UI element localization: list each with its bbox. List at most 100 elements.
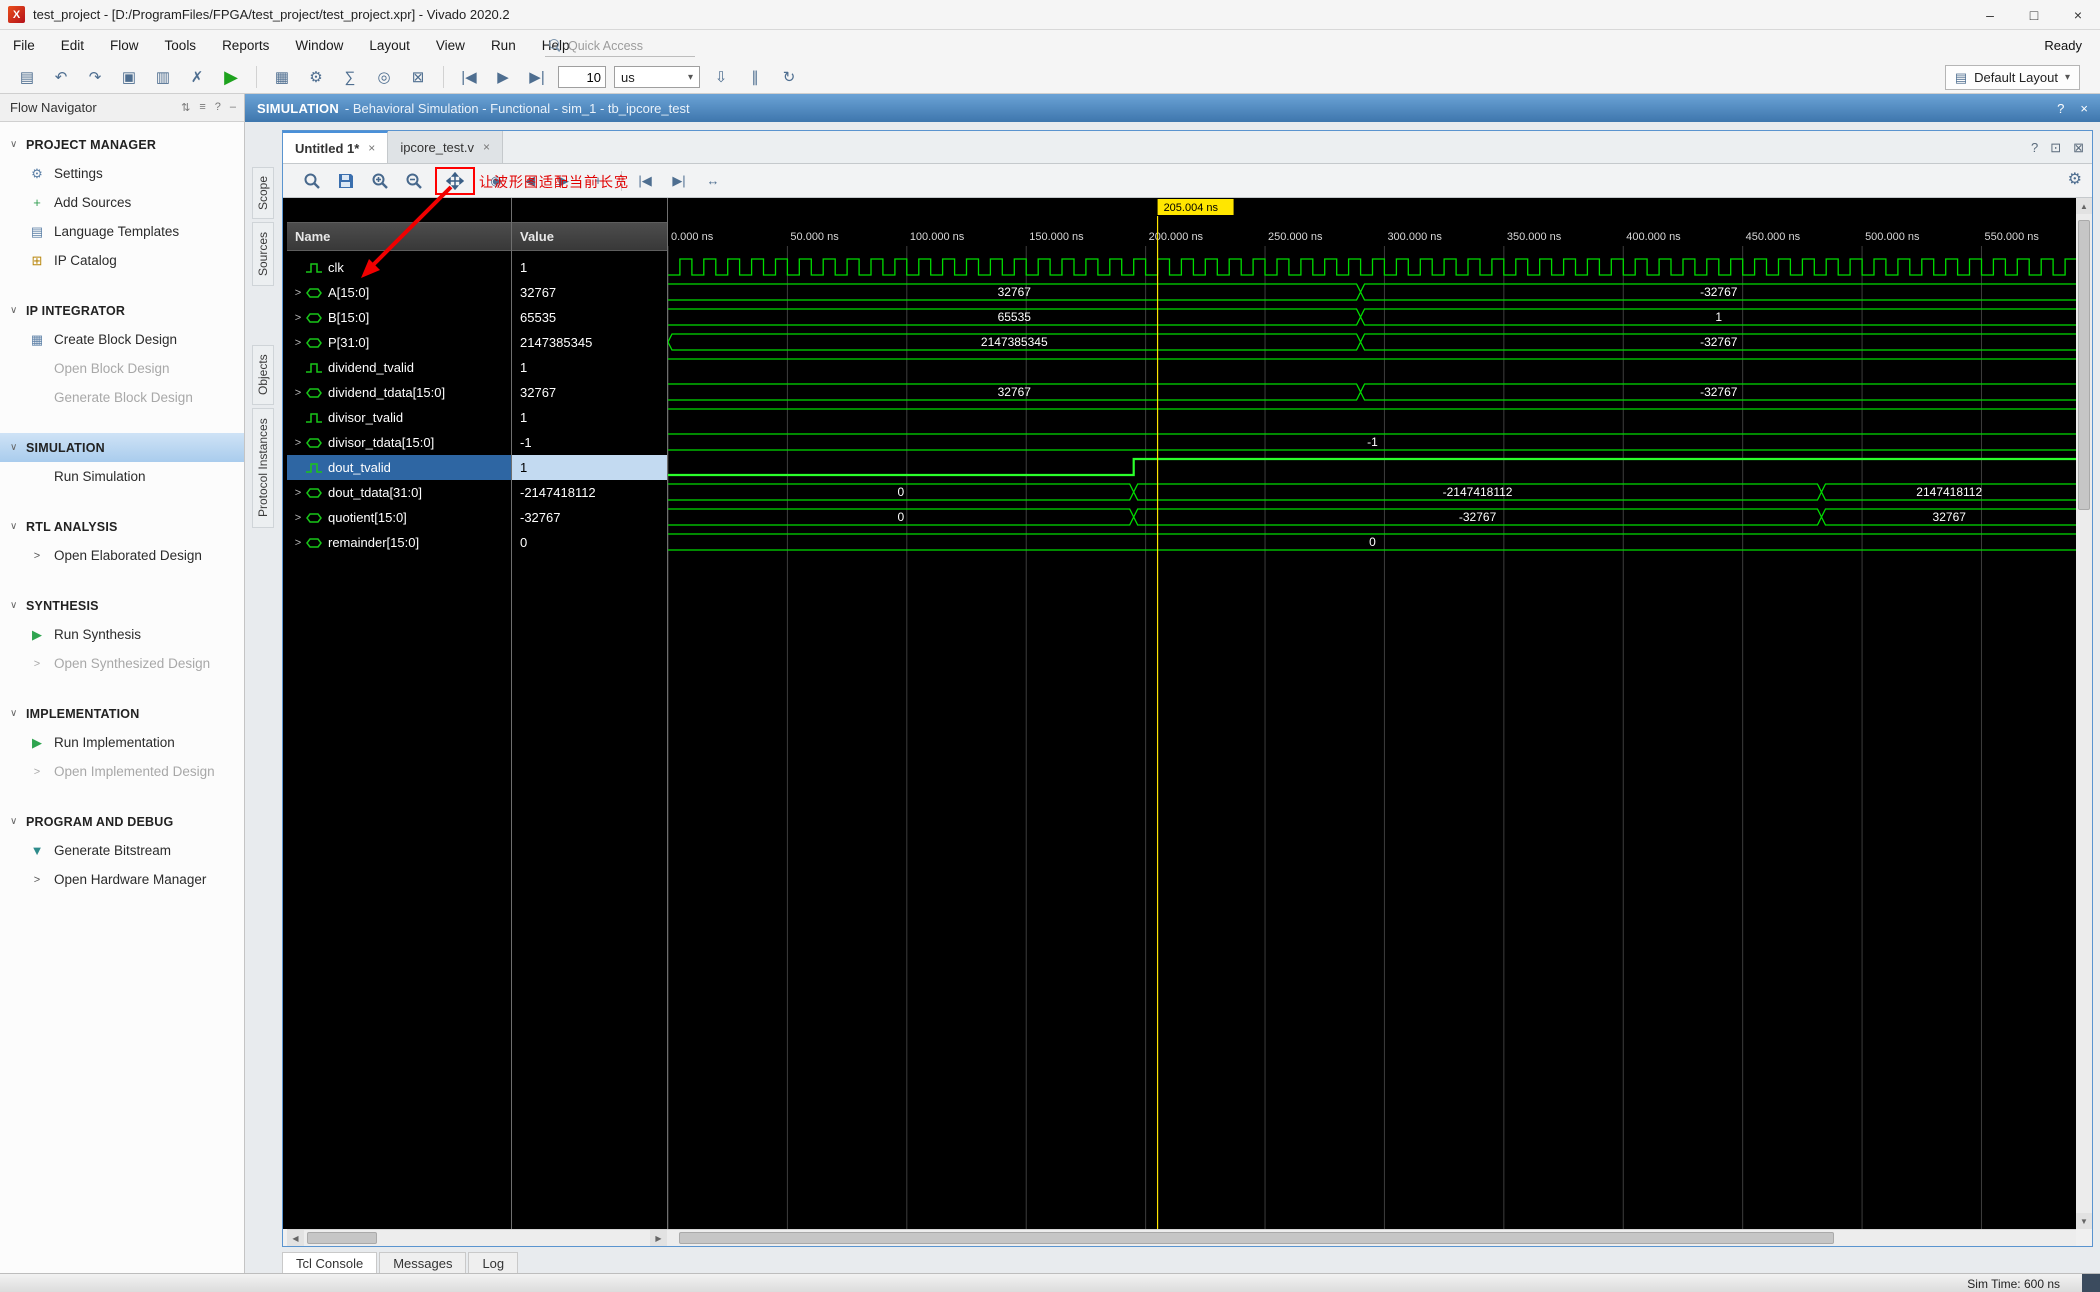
layout-selector[interactable]: ▤ Default Layout ▾ xyxy=(1944,65,2080,90)
run-for-icon[interactable]: ▶| xyxy=(525,65,549,89)
names-scroll-thumb[interactable] xyxy=(307,1232,377,1244)
simulation-time-input[interactable] xyxy=(558,66,606,88)
signal-row-A-15-0-[interactable]: > A[15:0] xyxy=(287,280,511,305)
tab-untitled-1-[interactable]: Untitled 1* × xyxy=(283,131,389,163)
chevron-expanded-icon[interactable]: ∨ xyxy=(10,816,26,827)
value-column-header[interactable]: Value xyxy=(512,222,667,251)
names-horizontal-scrollbar[interactable]: ◀ ▶ xyxy=(287,1229,667,1246)
maximize-button[interactable]: □ xyxy=(2012,0,2056,30)
menu-edit[interactable]: Edit xyxy=(48,30,97,61)
open-icon[interactable]: ▤ xyxy=(15,65,39,89)
span-markers-icon[interactable]: ↔ xyxy=(702,170,724,192)
zoom-in-icon[interactable] xyxy=(369,170,391,192)
scroll-down-icon[interactable]: ▼ xyxy=(2076,1213,2092,1229)
console-tab-log[interactable]: Log xyxy=(468,1252,519,1274)
quick-access-search[interactable]: Quick Access xyxy=(545,35,695,57)
nav-item-run-synthesis[interactable]: ▶ Run Synthesis xyxy=(0,620,244,649)
signal-row-P-31-0-[interactable]: > P[31:0] xyxy=(287,330,511,355)
menu-view[interactable]: View xyxy=(423,30,478,61)
signal-value-cell[interactable]: -1 xyxy=(512,430,667,455)
nav-section-header[interactable]: ∨ IP INTEGRATOR xyxy=(0,296,244,325)
signal-value-cell[interactable]: 0 xyxy=(512,530,667,555)
relaunch-icon[interactable]: ↻ xyxy=(777,65,801,89)
zoom-fit-icon[interactable] xyxy=(444,170,466,192)
report-icon[interactable]: ▦ xyxy=(270,65,294,89)
chevron-expanded-icon[interactable]: ∨ xyxy=(10,600,26,611)
signal-value-cell[interactable]: 65535 xyxy=(512,305,667,330)
delete-icon[interactable]: ✗ xyxy=(185,65,209,89)
go-to-previous-marker-icon[interactable]: |◀ xyxy=(634,170,656,192)
nav-section-header[interactable]: ∨ PROJECT MANAGER xyxy=(0,130,244,159)
pause-icon[interactable]: ∥ xyxy=(743,65,767,89)
expand-arrow-icon[interactable]: > xyxy=(291,537,305,549)
signal-row-remainder-15-0-[interactable]: > remainder[15:0] xyxy=(287,530,511,555)
side-tab-protocol-instances[interactable]: Protocol Instances xyxy=(252,408,274,528)
menu-tools[interactable]: Tools xyxy=(152,30,210,61)
plot-horizontal-scrollbar[interactable] xyxy=(667,1229,2076,1246)
scroll-left-icon[interactable]: ◀ xyxy=(287,1230,304,1246)
close-button[interactable]: × xyxy=(2056,0,2100,30)
expand-arrow-icon[interactable]: > xyxy=(291,387,305,399)
nav-item-open-elaborated-design[interactable]: > Open Elaborated Design xyxy=(0,541,244,570)
console-tab-messages[interactable]: Messages xyxy=(379,1252,467,1274)
expand-arrow-icon[interactable]: > xyxy=(291,437,305,449)
vertical-scrollbar[interactable]: ▲ ▼ xyxy=(2076,198,2092,1229)
undo-icon[interactable]: ↶ xyxy=(49,65,73,89)
signal-row-divisor-tvalid[interactable]: divisor_tvalid xyxy=(287,405,511,430)
nav-item-run-simulation[interactable]: Run Simulation xyxy=(0,462,244,491)
close-icon[interactable]: × xyxy=(483,140,490,154)
signal-row-dout-tdata-31-0-[interactable]: > dout_tdata[31:0] xyxy=(287,480,511,505)
wave-settings-gear-icon[interactable]: ⚙ xyxy=(2068,169,2082,189)
chevron-expanded-icon[interactable]: ∨ xyxy=(10,521,26,532)
save-waveform-icon[interactable] xyxy=(335,170,357,192)
expand-arrow-icon[interactable]: > xyxy=(291,287,305,299)
minimize-button[interactable]: – xyxy=(1968,0,2012,30)
go-to-next-marker-icon[interactable]: ▶| xyxy=(668,170,690,192)
nav-section-header[interactable]: ∨ IMPLEMENTATION xyxy=(0,699,244,728)
signal-row-dout-tvalid[interactable]: dout_tvalid xyxy=(287,455,511,480)
expand-arrow-icon[interactable]: > xyxy=(291,487,305,499)
banner-close-icon[interactable]: × xyxy=(2080,101,2088,116)
redo-icon[interactable]: ↷ xyxy=(83,65,107,89)
maximize-window-icon[interactable]: ⊠ xyxy=(2073,140,2084,156)
copy-icon[interactable]: ▣ xyxy=(117,65,141,89)
paste-icon[interactable]: ▥ xyxy=(151,65,175,89)
nav-item-language-templates[interactable]: ▤ Language Templates xyxy=(0,217,244,246)
signal-value-cell[interactable]: 1 xyxy=(512,455,667,480)
chevron-right-icon[interactable]: > xyxy=(34,550,40,562)
restart-sim-icon[interactable]: |◀ xyxy=(457,65,481,89)
signal-value-cell[interactable]: -32767 xyxy=(512,505,667,530)
nav-section-header[interactable]: ∨ RTL ANALYSIS xyxy=(0,512,244,541)
scroll-up-icon[interactable]: ▲ xyxy=(2076,198,2092,214)
nav-item-create-block-design[interactable]: ▦ Create Block Design xyxy=(0,325,244,354)
chevron-expanded-icon[interactable]: ∨ xyxy=(10,708,26,719)
side-tab-scope[interactable]: Scope xyxy=(252,167,274,219)
signal-row-dividend-tvalid[interactable]: dividend_tvalid xyxy=(287,355,511,380)
signal-value-cell[interactable]: 32767 xyxy=(512,380,667,405)
signal-value-cell[interactable]: -2147418112 xyxy=(512,480,667,505)
nav-item-open-hardware-manager[interactable]: > Open Hardware Manager xyxy=(0,865,244,894)
nav-section-header[interactable]: ∨ SYNTHESIS xyxy=(0,591,244,620)
close-icon[interactable]: × xyxy=(368,141,375,155)
chevron-expanded-icon[interactable]: ∨ xyxy=(10,139,26,150)
waveform-plot-area[interactable]: 0.000 ns 50.000 ns 100.000 ns 150.000 ns 200… xyxy=(667,198,2077,1231)
console-tab-tcl-console[interactable]: Tcl Console xyxy=(282,1252,378,1274)
time-unit-select[interactable]: us ▾ xyxy=(614,66,700,88)
run-all-icon[interactable]: ▶ xyxy=(491,65,515,89)
float-window-icon[interactable]: ⊡ xyxy=(2050,140,2061,156)
plot-scroll-thumb[interactable] xyxy=(679,1232,1835,1244)
name-column-header[interactable]: Name xyxy=(287,222,511,251)
nav-item-ip-catalog[interactable]: ⊞ IP Catalog xyxy=(0,246,244,275)
chevron-right-icon[interactable]: > xyxy=(34,874,40,886)
help-icon[interactable]: ? xyxy=(215,101,221,114)
banner-help-icon[interactable]: ? xyxy=(2057,101,2064,116)
signal-row-divisor-tdata-15-0-[interactable]: > divisor_tdata[15:0] xyxy=(287,430,511,455)
signal-value-cell[interactable]: 1 xyxy=(512,405,667,430)
signal-row-dividend-tdata-15-0-[interactable]: > dividend_tdata[15:0] xyxy=(287,380,511,405)
expand-arrow-icon[interactable]: > xyxy=(291,512,305,524)
menu-flow[interactable]: Flow xyxy=(97,30,152,61)
nav-item-settings[interactable]: ⚙ Settings xyxy=(0,159,244,188)
signal-value-cell[interactable]: 1 xyxy=(512,355,667,380)
expand-arrow-icon[interactable]: > xyxy=(291,312,305,324)
signal-value-cell[interactable]: 2147385345 xyxy=(512,330,667,355)
